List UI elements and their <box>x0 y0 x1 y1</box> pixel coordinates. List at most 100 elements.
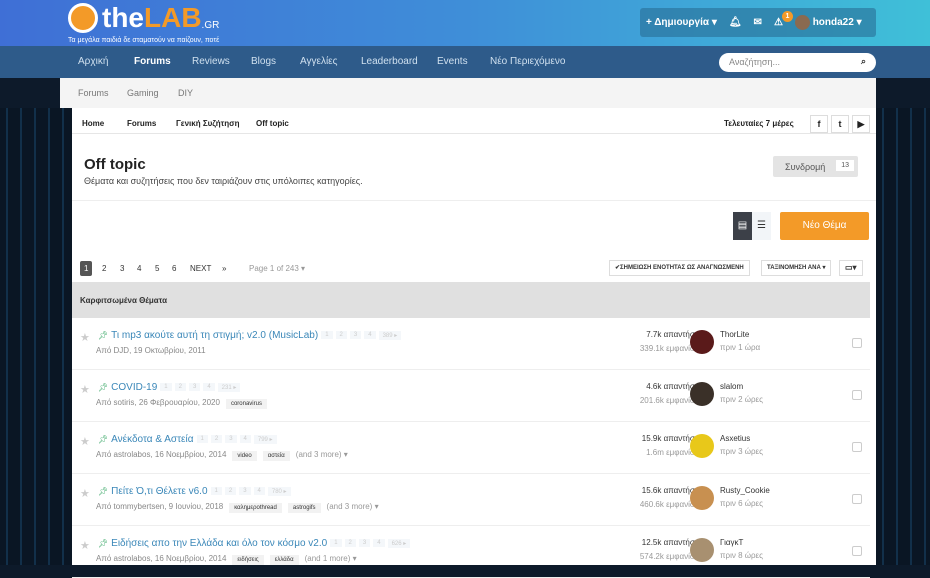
last-post-time[interactable]: πριν 6 ώρες <box>720 499 763 508</box>
crumb-general[interactable]: Γενική Συζήτηση <box>176 119 240 128</box>
page-link[interactable]: 3 <box>188 383 201 392</box>
search-icon[interactable]: ⌕ <box>861 56 866 67</box>
topic-title[interactable]: Ανέκδοτα & Αστεία <box>111 434 193 445</box>
last-page-link[interactable]: 799 ▸ <box>253 434 277 444</box>
next-page[interactable]: NEXT <box>186 261 215 276</box>
page-3[interactable]: 3 <box>116 261 128 276</box>
last-post-time[interactable]: πριν 8 ώρες <box>720 551 763 560</box>
page-link[interactable]: 4 <box>203 383 215 392</box>
page-link[interactable]: 4 <box>373 539 385 548</box>
page-link[interactable]: 2 <box>174 383 186 392</box>
nav-classifieds[interactable]: Αγγελίες <box>300 56 337 67</box>
topic-title[interactable]: Πείτε Ό,τι Θέλετε v6.0 <box>111 486 207 497</box>
topic-title[interactable]: COVID-19 <box>111 382 157 393</box>
nav-forums[interactable]: Forums <box>134 56 171 67</box>
facebook-icon[interactable]: f <box>810 115 828 133</box>
select-checkbox[interactable] <box>852 494 862 504</box>
page-link[interactable]: 4 <box>253 487 265 496</box>
create-button[interactable]: + Δημιουργία ▾ <box>646 17 717 28</box>
crumb-home[interactable]: Home <box>82 119 104 128</box>
nav-events[interactable]: Events <box>437 56 468 67</box>
last-page-link[interactable]: 626 ▸ <box>387 538 411 548</box>
last-page[interactable]: » <box>218 261 230 276</box>
subnav-diy[interactable]: DIY <box>178 88 193 98</box>
select-checkbox[interactable] <box>852 442 862 452</box>
youtube-icon[interactable]: ▶ <box>852 115 870 133</box>
mark-read-button[interactable]: ✔ΣΗΜΕΙΩΣΗ ΕΝΟΤΗΤΑΣ ΩΣ ΑΝΑΓΝΩΣΜΕΝΗ <box>609 260 750 276</box>
page-link[interactable]: 3 <box>358 539 371 548</box>
last-page-link[interactable]: 780 ▸ <box>267 486 291 496</box>
topic-title[interactable]: Τι mp3 ακούτε αυτή τη στιγμή; v2.0 (Musi… <box>111 330 318 341</box>
follow-button[interactable]: Συνδρομή 13 <box>773 156 858 177</box>
last-post-time[interactable]: πριν 1 ώρα <box>720 343 760 352</box>
tag[interactable]: ειδήσεις <box>232 555 264 565</box>
page-link[interactable]: 1 <box>210 487 222 496</box>
page-link[interactable]: 1 <box>321 331 333 340</box>
tag[interactable]: coronavirus <box>225 399 267 409</box>
page-link[interactable]: 3 <box>349 331 362 340</box>
twitter-icon[interactable]: t <box>831 115 849 133</box>
mail-icon[interactable]: ✉ <box>754 17 762 28</box>
avatar[interactable] <box>690 538 714 562</box>
new-topic-button[interactable]: Νέο Θέμα <box>780 212 869 240</box>
more-tags[interactable]: (and 3 more) ▾ <box>327 502 379 511</box>
page-link[interactable]: 4 <box>364 331 376 340</box>
page-link[interactable]: 2 <box>210 435 223 444</box>
star-icon[interactable]: ★ <box>80 539 90 552</box>
search-input[interactable]: Αναζήτηση... ⌕ <box>719 53 876 72</box>
sort-button[interactable]: ΤΑΞΙΝΟΜΗΣΗ ΑΝΑ ▾ <box>761 260 832 276</box>
last-page-link[interactable]: 389 ▸ <box>378 330 402 340</box>
topic-title[interactable]: Ειδήσεις απο την Ελλάδα και όλο τον κόσμ… <box>111 538 327 549</box>
page-link[interactable]: 2 <box>335 331 347 340</box>
page-link[interactable]: 1 <box>160 383 172 392</box>
page-link[interactable]: 2 <box>344 539 356 548</box>
last-7-days-link[interactable]: Τελευταίες 7 μέρες <box>724 119 794 128</box>
nav-leaderboard[interactable]: Leaderboard <box>361 56 418 67</box>
last-post-time[interactable]: πριν 3 ώρες <box>720 447 763 456</box>
star-icon[interactable]: ★ <box>80 435 90 448</box>
filter-icon[interactable]: ▭▾ <box>839 260 863 276</box>
page-2[interactable]: 2 <box>98 261 110 276</box>
nav-home[interactable]: Αρχική <box>78 56 108 67</box>
subnav-gaming[interactable]: Gaming <box>127 88 159 98</box>
page-link[interactable]: 4 <box>239 435 251 444</box>
logo[interactable]: the LAB .GR <box>68 2 219 34</box>
page-1[interactable]: 1 <box>80 261 93 276</box>
last-poster[interactable]: Asxetius <box>720 434 750 443</box>
last-post-time[interactable]: πριν 2 ώρες <box>720 395 763 404</box>
more-tags[interactable]: (and 3 more) ▾ <box>296 450 348 459</box>
list-view-icon[interactable]: ☰ <box>752 212 771 240</box>
star-icon[interactable]: ★ <box>80 487 90 500</box>
last-poster[interactable]: ΓιαγκΤ <box>720 538 743 547</box>
star-icon[interactable]: ★ <box>80 383 90 396</box>
last-page-link[interactable]: 231 ▸ <box>217 382 241 392</box>
tag[interactable]: video <box>232 451 257 461</box>
more-tags[interactable]: (and 1 more) ▾ <box>305 554 357 563</box>
page-jump[interactable]: Page 1 of 243 ▾ <box>245 261 309 276</box>
tag[interactable]: καλημεροthread <box>229 503 282 513</box>
avatar[interactable] <box>690 486 714 510</box>
user-menu[interactable]: honda22 ▾ <box>794 15 862 30</box>
table-view-icon[interactable]: ▤ <box>733 212 752 240</box>
page-5[interactable]: 5 <box>151 261 163 276</box>
page-link[interactable]: 3 <box>225 435 237 444</box>
crumb-forums[interactable]: Forums <box>127 119 156 128</box>
page-link[interactable]: 1 <box>330 539 342 548</box>
select-checkbox[interactable] <box>852 546 862 556</box>
tag[interactable]: astrogifs <box>287 503 321 513</box>
star-icon[interactable]: ★ <box>80 331 90 344</box>
last-poster[interactable]: ThorLite <box>720 330 749 339</box>
subnav-forums[interactable]: Forums <box>78 88 109 98</box>
last-poster[interactable]: Rusty_Cookie <box>720 486 770 495</box>
select-checkbox[interactable] <box>852 338 862 348</box>
page-6[interactable]: 6 <box>168 261 180 276</box>
bell-icon[interactable]: 🔔︎ <box>729 17 742 28</box>
tag[interactable]: ελλάδα <box>269 555 299 565</box>
page-link[interactable]: 3 <box>239 487 251 496</box>
avatar[interactable] <box>690 330 714 354</box>
select-checkbox[interactable] <box>852 390 862 400</box>
nav-blogs[interactable]: Blogs <box>251 56 276 67</box>
nav-new-content[interactable]: Νέο Περιεχόμενο <box>490 56 565 67</box>
avatar[interactable] <box>690 382 714 406</box>
avatar[interactable] <box>690 434 714 458</box>
